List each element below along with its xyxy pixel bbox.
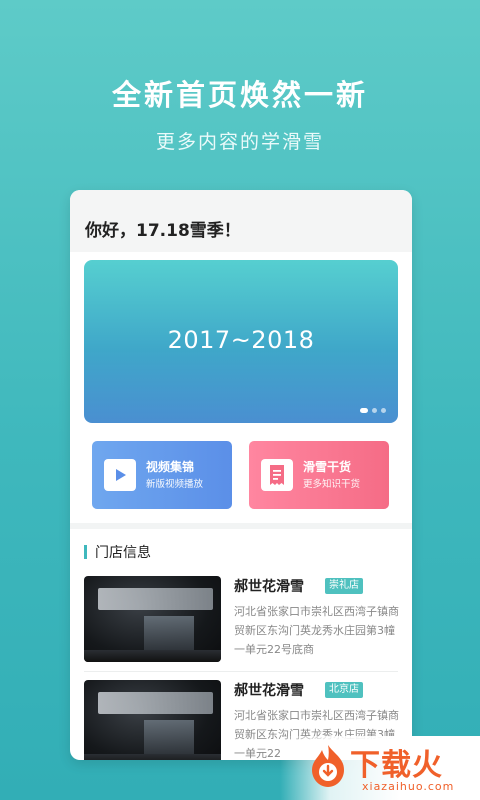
watermark-url: xiazaihuo.com xyxy=(362,780,455,793)
carousel-dot-3[interactable] xyxy=(381,408,386,413)
watermark-logo-icon xyxy=(304,742,352,790)
play-icon xyxy=(104,459,136,491)
store-name: 郝世花滑雪 xyxy=(234,683,304,699)
section-header: 门店信息 xyxy=(84,542,151,562)
receipt-icon xyxy=(261,459,293,491)
store-list-item[interactable]: 郝世花滑雪 崇礼店 河北省张家口市崇礼区西湾子镇商贸新区东沟门英龙秀水庄园第3幢… xyxy=(84,576,399,672)
list-divider xyxy=(84,671,398,672)
app-preview: 你好，17.18雪季！ 2017~2018 视频集锦 新版视频播放 滑雪干货 更… xyxy=(70,190,412,760)
section-divider xyxy=(70,523,412,529)
tile-subtitle: 更多知识干货 xyxy=(303,478,361,490)
tile-title: 视频集锦 xyxy=(146,459,195,474)
store-branch-badge: 崇礼店 xyxy=(325,578,363,594)
tile-title: 滑雪干货 xyxy=(303,459,352,474)
carousel-dot-1[interactable] xyxy=(360,408,368,413)
store-address: 河北省张家口市崇礼区西湾子镇商贸新区东沟门英龙秀水庄园第3幢一单元22号底商 xyxy=(234,605,399,656)
section-accent-bar xyxy=(84,545,87,559)
promo-subline: 更多内容的学滑雪 xyxy=(155,131,324,153)
ski-tips-button[interactable]: 滑雪干货 更多知识干货 xyxy=(249,441,389,509)
carousel-dot-2[interactable] xyxy=(372,408,377,413)
watermark-text: 下载火 xyxy=(350,748,443,783)
store-branch-badge: 北京店 xyxy=(325,682,363,698)
watermark: 下载火 xiazaihuo.com xyxy=(280,736,480,800)
store-name: 郝世花滑雪 xyxy=(234,579,304,595)
greeting-bar: 你好，17.18雪季！ xyxy=(70,190,412,252)
carousel-indicator xyxy=(360,408,386,413)
tile-subtitle: 新版视频播放 xyxy=(146,478,204,490)
store-photo xyxy=(84,680,221,760)
banner-carousel[interactable]: 2017~2018 xyxy=(84,260,398,423)
banner-title: 2017~2018 xyxy=(167,326,315,354)
greeting-text: 你好，17.18雪季！ xyxy=(85,221,241,241)
video-highlights-button[interactable]: 视频集锦 新版视频播放 xyxy=(92,441,232,509)
promo-headline: 全新首页焕然一新 xyxy=(111,78,368,112)
store-photo xyxy=(84,576,221,662)
section-title: 门店信息 xyxy=(95,545,151,561)
